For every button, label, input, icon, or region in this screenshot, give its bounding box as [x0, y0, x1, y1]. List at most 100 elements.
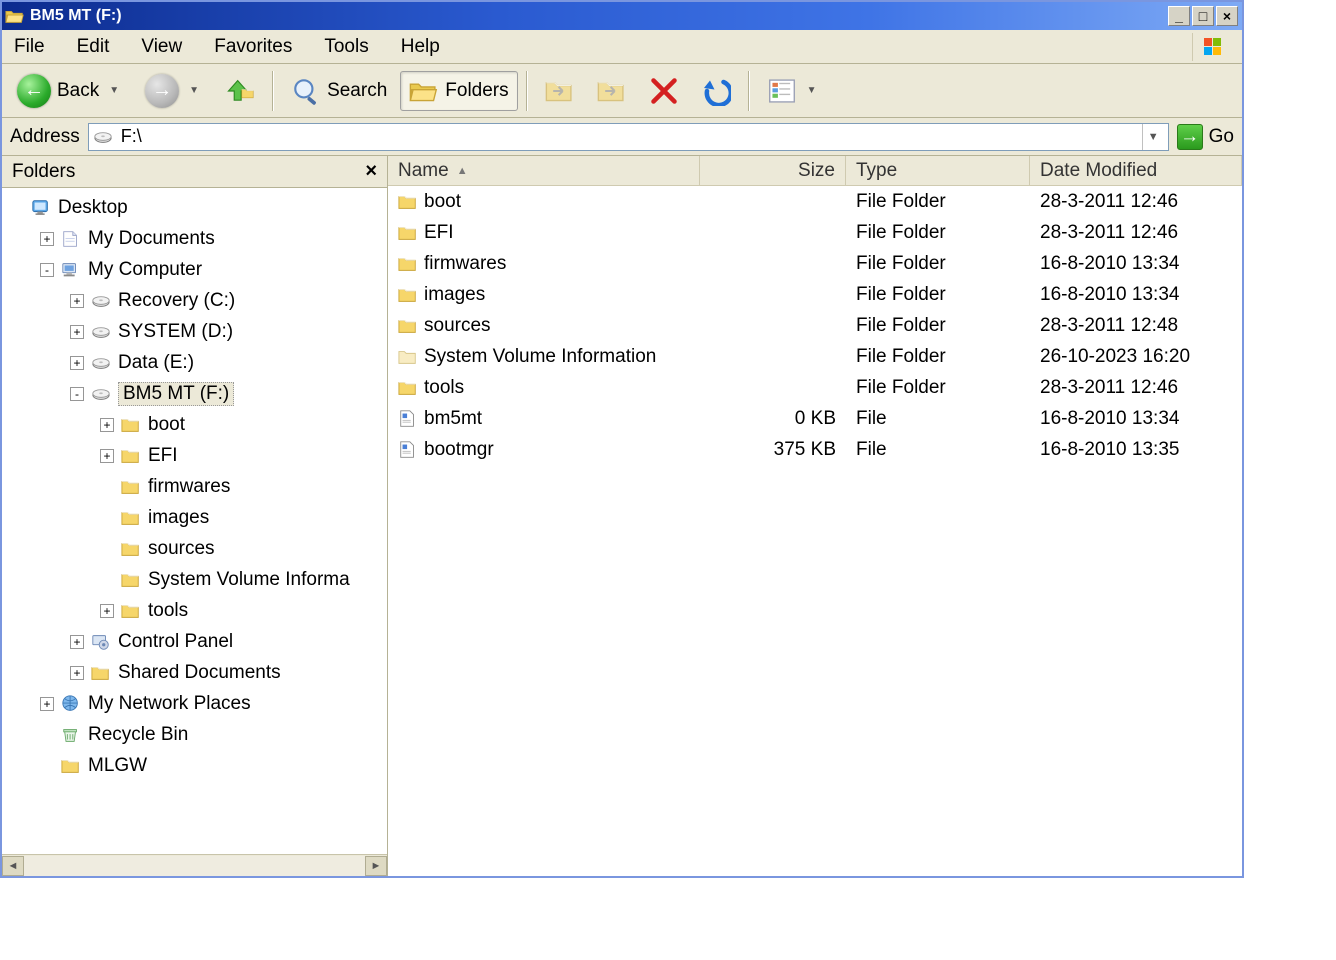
mydocs-icon	[60, 228, 82, 250]
title-bar[interactable]: BM5 MT (F:) _ □ ×	[2, 2, 1242, 30]
undo-button[interactable]	[692, 71, 740, 111]
expand-toggle[interactable]: +	[70, 356, 84, 370]
tree-item-label: Shared Documents	[118, 662, 281, 684]
tree-item[interactable]: +SYSTEM (D:)	[2, 316, 387, 347]
expand-toggle[interactable]: +	[70, 325, 84, 339]
windows-flag-icon[interactable]	[1192, 33, 1232, 61]
forward-button[interactable]: → ▼	[136, 71, 212, 111]
tree-item[interactable]: + Recovery (C:)	[2, 285, 387, 316]
expand-toggle[interactable]: -	[70, 387, 84, 401]
tree-item-label: My Computer	[88, 259, 202, 281]
menu-favorites[interactable]: Favorites	[212, 34, 294, 60]
tree-item[interactable]: MLGW	[2, 750, 387, 781]
moveto-button[interactable]	[536, 71, 584, 111]
tree-item-label: boot	[148, 414, 185, 436]
folder-icon	[120, 445, 142, 467]
expand-toggle[interactable]: +	[40, 697, 54, 711]
tree-item[interactable]: Recycle Bin	[2, 719, 387, 750]
file-row[interactable]: bootmgr375 KBFile16-8-2010 13:35	[388, 434, 1242, 465]
folders-button[interactable]: Folders	[400, 71, 517, 111]
menu-file[interactable]: File	[12, 34, 47, 60]
scroll-track[interactable]	[24, 856, 365, 876]
up-button[interactable]	[216, 71, 264, 111]
window-buttons: _ □ ×	[1168, 6, 1238, 26]
col-size[interactable]: Size	[700, 156, 846, 185]
tree-item[interactable]: +tools	[2, 595, 387, 626]
file-row[interactable]: bootFile Folder28-3-2011 12:46	[388, 186, 1242, 217]
address-input[interactable]	[119, 125, 1136, 148]
expand-toggle[interactable]: +	[100, 604, 114, 618]
tree-item[interactable]: System Volume Informa	[2, 564, 387, 595]
folder-icon	[120, 414, 142, 436]
expand-spacer	[40, 759, 54, 773]
toolbar-separator	[272, 71, 274, 111]
tree-item[interactable]: - My Computer	[2, 254, 387, 285]
file-row[interactable]: EFIFile Folder28-3-2011 12:46	[388, 217, 1242, 248]
tree-item[interactable]: firmwares	[2, 471, 387, 502]
col-type[interactable]: Type	[846, 156, 1030, 185]
col-date[interactable]: Date Modified	[1030, 156, 1242, 185]
expand-toggle[interactable]: -	[40, 263, 54, 277]
delete-button[interactable]	[640, 71, 688, 111]
file-row[interactable]: bm5mt0 KBFile16-8-2010 13:34	[388, 403, 1242, 434]
views-button[interactable]: ▼	[758, 71, 830, 111]
file-row[interactable]: toolsFile Folder28-3-2011 12:46	[388, 372, 1242, 403]
toolbar-separator	[526, 71, 528, 111]
menu-tools[interactable]: Tools	[322, 34, 370, 60]
tree-item[interactable]: images	[2, 502, 387, 533]
expand-toggle[interactable]: +	[100, 418, 114, 432]
expand-spacer	[100, 542, 114, 556]
tree-item-label: Control Panel	[118, 631, 233, 653]
file-row[interactable]: sourcesFile Folder28-3-2011 12:48	[388, 310, 1242, 341]
file-row[interactable]: System Volume InformationFile Folder26-1…	[388, 341, 1242, 372]
col-name[interactable]: Name▲	[388, 156, 700, 185]
file-type: File	[846, 408, 1030, 430]
expand-toggle[interactable]: +	[70, 294, 84, 308]
tree-item[interactable]: +My Network Places	[2, 688, 387, 719]
tree-item[interactable]: +My Documents	[2, 223, 387, 254]
tree-item[interactable]: -BM5 MT (F:)	[2, 378, 387, 409]
address-dropdown-icon[interactable]: ▼	[1142, 124, 1164, 150]
menu-edit[interactable]: Edit	[75, 34, 112, 60]
file-name: firmwares	[424, 253, 506, 275]
views-dropdown-icon[interactable]: ▼	[803, 85, 821, 96]
close-button[interactable]: ×	[1216, 6, 1238, 26]
scroll-left-button[interactable]: ◄	[2, 856, 24, 876]
minimize-button[interactable]: _	[1168, 6, 1190, 26]
search-button[interactable]: Search	[282, 71, 396, 111]
back-dropdown-icon[interactable]: ▼	[105, 85, 123, 96]
list-pane: Name▲ Size Type Date Modified bootFile F…	[388, 156, 1242, 876]
tree-item-label: sources	[148, 538, 215, 560]
file-row[interactable]: firmwaresFile Folder16-8-2010 13:34	[388, 248, 1242, 279]
back-icon: ←	[17, 74, 51, 108]
folders-pane-close-icon[interactable]: ×	[365, 160, 377, 183]
tree-item[interactable]: Desktop	[2, 192, 387, 223]
file-name: EFI	[424, 222, 454, 244]
expand-toggle[interactable]: +	[40, 232, 54, 246]
tree-item[interactable]: + Shared Documents	[2, 657, 387, 688]
tree-item[interactable]: + boot	[2, 409, 387, 440]
scroll-right-button[interactable]: ►	[365, 856, 387, 876]
tree-item-label: Recovery (C:)	[118, 290, 235, 312]
address-field[interactable]: ▼	[88, 123, 1169, 151]
menu-view[interactable]: View	[139, 34, 184, 60]
expand-toggle[interactable]: +	[70, 666, 84, 680]
expand-toggle[interactable]: +	[100, 449, 114, 463]
expand-toggle[interactable]: +	[70, 635, 84, 649]
tree-item[interactable]: sources	[2, 533, 387, 564]
go-button[interactable]: → Go	[1177, 123, 1234, 151]
tree-item[interactable]: + Control Panel	[2, 626, 387, 657]
file-name: boot	[424, 191, 461, 213]
maximize-button[interactable]: □	[1192, 6, 1214, 26]
folder-tree[interactable]: Desktop+My Documents - My Computer + Recover…	[2, 188, 387, 854]
tree-item[interactable]: +EFI	[2, 440, 387, 471]
menu-help[interactable]: Help	[399, 34, 442, 60]
file-row[interactable]: imagesFile Folder16-8-2010 13:34	[388, 279, 1242, 310]
copyto-button[interactable]	[588, 71, 636, 111]
tree-h-scrollbar[interactable]: ◄ ►	[2, 854, 387, 876]
file-date: 28-3-2011 12:46	[1030, 377, 1242, 399]
address-label: Address	[10, 126, 80, 148]
tree-item[interactable]: +Data (E:)	[2, 347, 387, 378]
back-button[interactable]: ← Back ▼	[8, 71, 132, 111]
forward-dropdown-icon[interactable]: ▼	[185, 85, 203, 96]
